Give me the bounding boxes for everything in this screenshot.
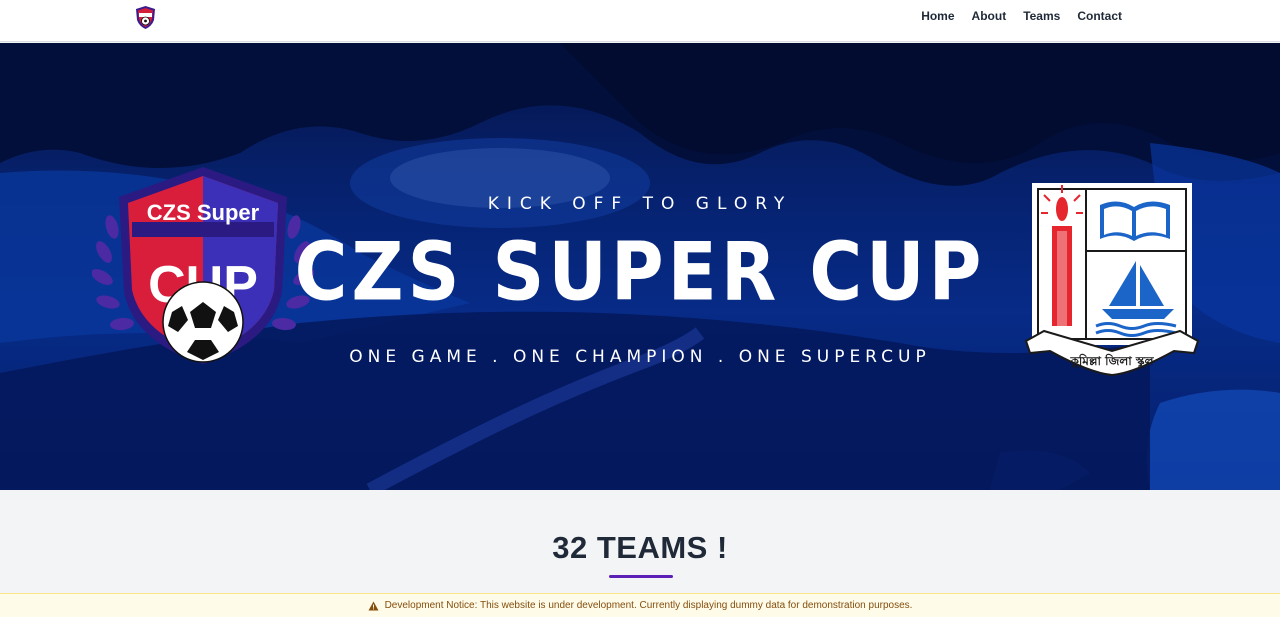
nav-contact-link[interactable]: Contact — [1077, 9, 1122, 23]
main-nav: Home About Teams Contact — [921, 9, 1122, 23]
title-underline — [609, 575, 673, 578]
teams-section-title: 32 TEAMS ! — [552, 530, 728, 565]
hero-subtitle: ONE GAME . ONE CHAMPION . ONE SUPERCUP — [349, 347, 931, 367]
notice-text: Development Notice: This website is unde… — [384, 600, 913, 611]
nav-home-link[interactable]: Home — [921, 9, 954, 23]
hero-title: CZS SUPER CUP — [294, 224, 986, 319]
top-navbar: Home About Teams Contact — [0, 0, 1280, 42]
site-logo-icon[interactable] — [133, 5, 158, 30]
development-notice-bar: Development Notice: This website is unde… — [0, 593, 1280, 617]
nav-teams-link[interactable]: Teams — [1023, 9, 1060, 23]
hero-tagline: KICK OFF TO GLORY — [487, 194, 793, 214]
nav-about-link[interactable]: About — [972, 9, 1007, 23]
hero-banner: CZS Super CUP — [0, 43, 1280, 490]
warning-icon — [368, 601, 379, 610]
